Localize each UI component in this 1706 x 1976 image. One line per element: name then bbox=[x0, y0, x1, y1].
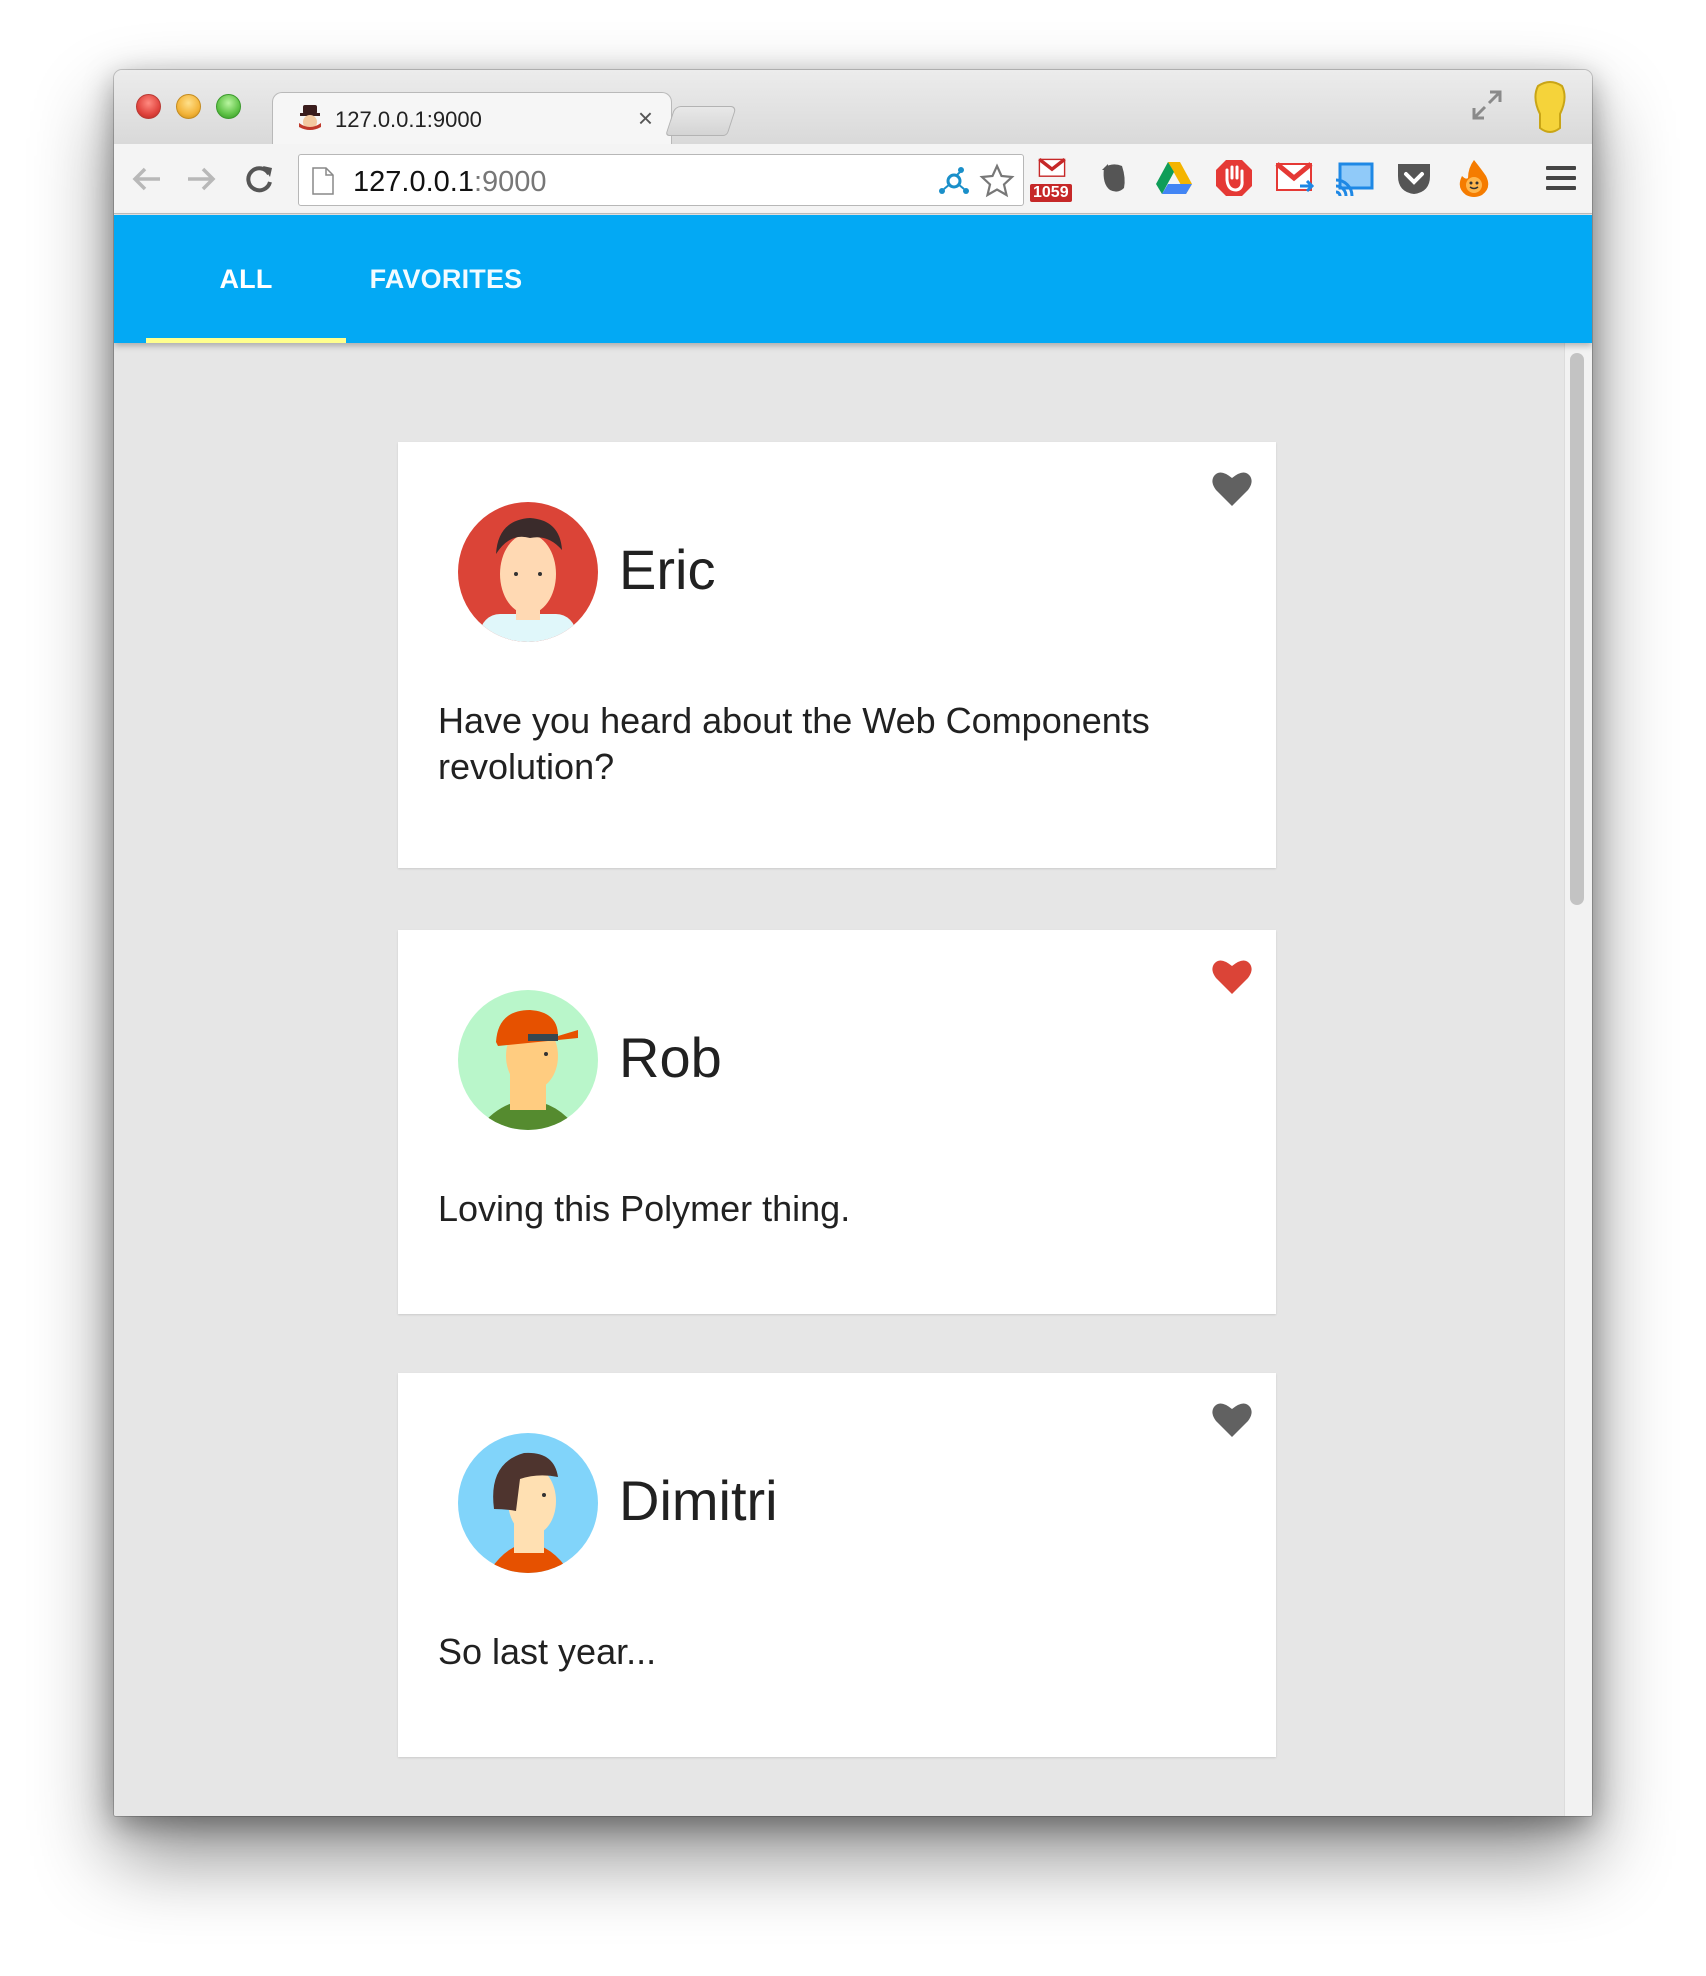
post-text: Loving this Polymer thing. bbox=[438, 1188, 851, 1229]
author-name: Dimitri bbox=[619, 1469, 778, 1532]
post-card: Rob Loving this Polymer thing. bbox=[398, 930, 1276, 1314]
star-icon[interactable] bbox=[979, 163, 1015, 199]
reload-icon[interactable] bbox=[242, 162, 276, 196]
gmail-badge: 1059 bbox=[1030, 184, 1072, 202]
evernote-icon[interactable] bbox=[1094, 158, 1134, 198]
url-text: 127.0.0.1:9000 bbox=[353, 166, 547, 198]
window-maximize-button[interactable] bbox=[216, 94, 241, 119]
window-minimize-button[interactable] bbox=[176, 94, 201, 119]
tab-selection-bar bbox=[146, 338, 346, 343]
author-name: Rob bbox=[619, 1026, 722, 1089]
favorite-heart-icon[interactable] bbox=[1210, 1399, 1254, 1439]
gmail-icon[interactable]: 1059 bbox=[1030, 158, 1072, 202]
author-name: Eric bbox=[619, 538, 716, 601]
fullscreen-icon[interactable] bbox=[1470, 88, 1504, 122]
extension-molecule-icon[interactable] bbox=[937, 165, 971, 197]
fire-icon[interactable] bbox=[1454, 158, 1494, 198]
post-text: So last year... bbox=[438, 1631, 657, 1672]
post-card: Eric Have you heard about the Web Compon… bbox=[398, 442, 1276, 868]
cast-icon[interactable] bbox=[1334, 158, 1374, 198]
tab-close-icon[interactable]: × bbox=[638, 103, 653, 134]
adblock-icon[interactable] bbox=[1214, 158, 1254, 198]
browser-tab[interactable]: 127.0.0.1:9000 × bbox=[272, 92, 672, 146]
avatar bbox=[458, 1433, 598, 1573]
tab-favorites[interactable]: FAVORITES bbox=[346, 215, 546, 343]
post-card: Dimitri So last year... bbox=[398, 1373, 1276, 1757]
profile-avatar-icon[interactable] bbox=[1530, 80, 1570, 138]
favorite-heart-icon[interactable] bbox=[1210, 468, 1254, 508]
page-content: ALL FAVORITES Eric Have you heard about … bbox=[114, 215, 1592, 1816]
polymer-favicon-icon bbox=[299, 105, 321, 130]
browser-window: 127.0.0.1:9000 × 127.0.0.1:9000 1059 ALL… bbox=[114, 70, 1592, 1816]
address-bar[interactable]: 127.0.0.1:9000 bbox=[298, 154, 1024, 206]
tab-title: 127.0.0.1:9000 bbox=[335, 107, 482, 132]
new-tab-button[interactable] bbox=[665, 106, 737, 136]
scrollbar-thumb[interactable] bbox=[1570, 353, 1584, 905]
drive-icon[interactable] bbox=[1154, 158, 1194, 198]
avatar bbox=[458, 502, 598, 642]
forward-arrow-icon[interactable] bbox=[184, 162, 218, 196]
gmail-notifier-icon[interactable] bbox=[1274, 158, 1314, 198]
hamburger-menu-icon[interactable] bbox=[1546, 166, 1576, 192]
avatar bbox=[458, 990, 598, 1130]
browser-toolbar: 127.0.0.1:9000 1059 bbox=[114, 144, 1592, 214]
favorite-heart-icon[interactable] bbox=[1210, 956, 1254, 996]
post-text: Have you heard about the Web Components … bbox=[438, 700, 1150, 787]
tab-strip: 127.0.0.1:9000 × bbox=[114, 70, 1592, 146]
app-toolbar: ALL FAVORITES bbox=[114, 215, 1592, 343]
pocket-icon[interactable] bbox=[1394, 158, 1434, 198]
page-icon bbox=[312, 167, 334, 195]
window-close-button[interactable] bbox=[136, 94, 161, 119]
tab-all[interactable]: ALL bbox=[146, 215, 346, 343]
back-arrow-icon[interactable] bbox=[130, 162, 164, 196]
